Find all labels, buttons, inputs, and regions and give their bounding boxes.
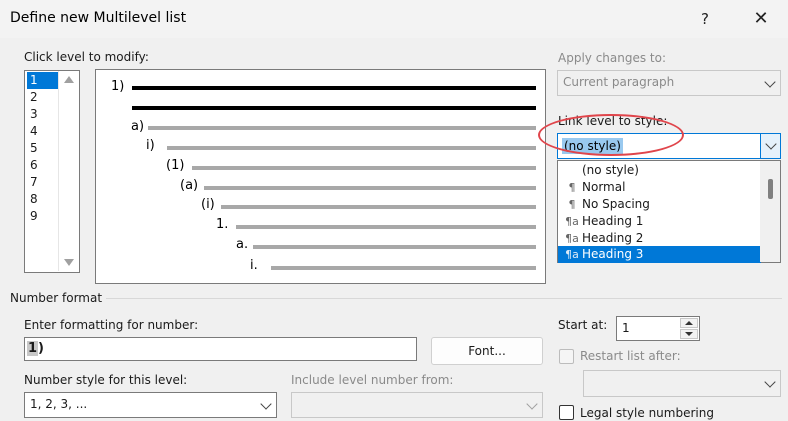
number-style-value: 1, 2, 3, ... xyxy=(30,397,88,411)
level-item-7[interactable]: 7 xyxy=(27,174,59,191)
include-level-label: Include level number from: xyxy=(291,373,454,387)
paragraph-style-icon: ¶ xyxy=(568,181,576,194)
number-format-input[interactable]: 1) xyxy=(24,337,417,361)
start-at-input[interactable]: 1 xyxy=(616,316,700,341)
level-item-4[interactable]: 4 xyxy=(27,123,59,140)
group-divider xyxy=(106,298,782,299)
preview-number-3: i) xyxy=(146,138,155,153)
preview-line-level-8 xyxy=(253,245,536,249)
level-item-5[interactable]: 5 xyxy=(27,140,59,157)
legal-style-label: Legal style numbering xyxy=(580,406,714,420)
restart-list-label: Restart list after: xyxy=(580,349,681,363)
scrollbar-thumb[interactable] xyxy=(768,179,773,199)
preview-number-2: a) xyxy=(131,119,145,134)
help-button[interactable]: ? xyxy=(686,4,724,34)
preview-line-level-6 xyxy=(221,205,536,209)
linked-style-icon: ¶a xyxy=(565,248,579,261)
link-style-dropdown-button[interactable] xyxy=(760,134,780,158)
dropdown-scrollbar[interactable] xyxy=(760,161,780,262)
restart-list-combo xyxy=(583,370,781,397)
format-field-token: 1 xyxy=(27,341,39,356)
chevron-down-icon xyxy=(765,138,777,150)
level-item-6[interactable]: 6 xyxy=(27,157,59,174)
close-icon: ✕ xyxy=(753,8,769,29)
restart-list-checkbox[interactable] xyxy=(559,349,574,364)
format-literal: ) xyxy=(38,341,44,356)
apply-changes-label: Apply changes to: xyxy=(558,51,667,65)
scroll-up-icon[interactable] xyxy=(64,76,74,83)
level-item-1[interactable]: 1 xyxy=(27,72,59,89)
spin-down-button[interactable] xyxy=(680,329,698,339)
level-item-3[interactable]: 3 xyxy=(27,106,59,123)
apply-changes-value: Current paragraph xyxy=(563,75,675,89)
preview-line-level-4 xyxy=(192,166,536,170)
preview-line-level-1b xyxy=(132,106,536,110)
number-style-combo[interactable]: 1, 2, 3, ... xyxy=(24,392,277,418)
chevron-down-icon xyxy=(764,376,776,388)
preview-number-9: i. xyxy=(250,258,258,273)
style-option-normal[interactable]: ¶ Normal xyxy=(558,179,761,196)
linked-style-icon: ¶a xyxy=(565,215,579,228)
chevron-down-icon xyxy=(526,398,538,410)
start-at-value: 1 xyxy=(622,321,630,335)
list-preview: 1) a) i) (1) (a) (i) 1. a. i. xyxy=(95,69,546,284)
level-item-8[interactable]: 8 xyxy=(27,191,59,208)
style-option-heading-1[interactable]: ¶a Heading 1 xyxy=(558,213,761,230)
arrow-down-icon xyxy=(685,332,693,336)
font-button[interactable]: Font... xyxy=(431,337,543,365)
enter-formatting-label: Enter formatting for number: xyxy=(24,318,199,332)
preview-line-level-2 xyxy=(148,126,536,130)
level-item-9[interactable]: 9 xyxy=(27,208,59,225)
arrow-up-icon xyxy=(685,321,693,325)
chevron-down-icon xyxy=(764,76,776,88)
chevron-down-icon xyxy=(260,398,272,410)
style-option-heading-3[interactable]: ¶a Heading 3 xyxy=(558,246,761,263)
preview-line-level-9 xyxy=(271,266,536,270)
number-style-label: Number style for this level: xyxy=(24,373,188,387)
include-level-combo xyxy=(291,392,543,418)
dialog-title: Define new Multilevel list xyxy=(10,10,187,26)
number-format-group-label: Number format xyxy=(10,291,103,305)
preview-line-level-5 xyxy=(204,186,536,190)
preview-number-6: (i) xyxy=(201,197,215,212)
preview-number-5: (a) xyxy=(180,178,199,193)
scroll-down-icon[interactable] xyxy=(64,259,74,266)
preview-number-1: 1) xyxy=(111,79,125,94)
level-list-scrollbar[interactable] xyxy=(58,71,78,271)
style-option-heading-2[interactable]: ¶a Heading 2 xyxy=(558,230,761,247)
start-at-label: Start at: xyxy=(558,318,608,332)
close-button[interactable]: ✕ xyxy=(740,4,782,34)
preview-line-level-7 xyxy=(236,225,536,229)
start-at-spinner[interactable] xyxy=(680,318,698,339)
preview-line-level-1 xyxy=(132,86,536,90)
preview-number-8: a. xyxy=(236,237,249,252)
level-item-2[interactable]: 2 xyxy=(27,89,59,106)
paragraph-style-icon: ¶ xyxy=(568,198,576,211)
annotation-ellipse xyxy=(538,114,684,156)
style-option-no-spacing[interactable]: ¶ No Spacing xyxy=(558,196,761,213)
spin-up-button[interactable] xyxy=(680,318,698,328)
linked-style-icon: ¶a xyxy=(565,232,579,245)
preview-number-7: 1. xyxy=(216,217,229,232)
legal-style-checkbox[interactable] xyxy=(559,405,574,420)
level-list-label: Click level to modify: xyxy=(24,50,149,64)
preview-number-4: (1) xyxy=(166,158,185,173)
link-style-dropdown-list[interactable]: (no style) ¶ Normal ¶ No Spacing ¶a Head… xyxy=(557,160,781,263)
apply-changes-combo: Current paragraph xyxy=(557,70,781,96)
preview-line-level-3 xyxy=(167,146,536,150)
style-option-no-style[interactable]: (no style) xyxy=(558,162,761,179)
